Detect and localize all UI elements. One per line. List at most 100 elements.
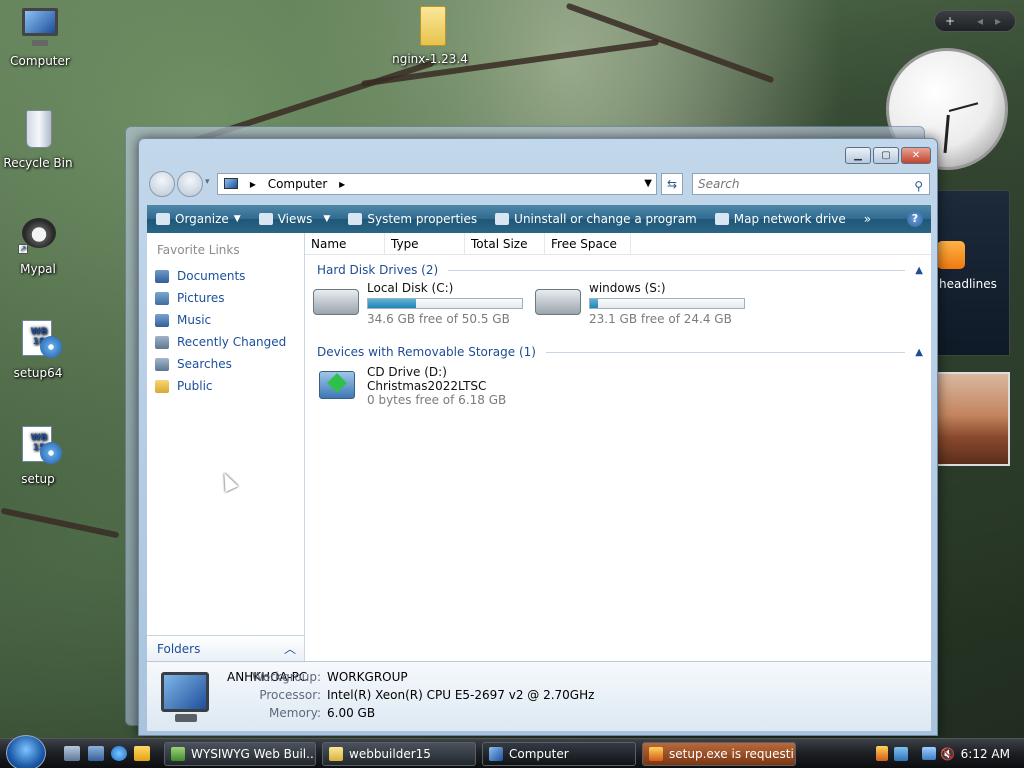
drive-usage-bar [367,298,523,309]
desktop-icon-label: Mypal [20,262,56,276]
headlines-gadget[interactable]: headlines [934,190,1010,356]
raccoon-icon: ↗ [16,214,60,258]
group-label: Devices with Removable Storage (1) [317,345,536,359]
help-icon[interactable]: ? [907,211,923,227]
maximize-button[interactable]: ▢ [873,147,899,164]
back-button[interactable] [149,171,175,197]
nav-link-documents[interactable]: Documents [147,265,304,287]
map-network-drive-label: Map network drive [733,212,846,226]
add-gadget-button[interactable]: + [945,14,955,28]
refresh-button[interactable]: ⇆ [661,173,683,195]
taskbar-item-uac-prompt[interactable]: setup.exe is requesti... [642,742,796,766]
nav-link-public[interactable]: Public [147,375,304,397]
chevron-up-icon: ▲ [915,346,923,358]
minute-hand [943,114,950,153]
taskbar-item-computer[interactable]: Computer [482,742,636,766]
search-input[interactable]: Search ⚲ [692,173,930,195]
searches-icon [155,357,169,371]
network-icon[interactable] [922,747,936,760]
desktop-icon-setup[interactable]: WB 15 setup [0,424,76,486]
nav-link-recently-changed[interactable]: Recently Changed [147,331,304,353]
taskbar-item-webbuilder15[interactable]: webbuilder15 [322,742,476,766]
nav-link-pictures[interactable]: Pictures [147,287,304,309]
sidebar-controls: + ◂ ▸ [934,10,1016,32]
memory-row: Memory: 6.00 GB [239,706,375,720]
task-label: webbuilder15 [349,747,431,761]
drive-free-space: 34.6 GB free of 50.5 GB [367,312,510,326]
processor-label: Processor: [259,688,321,702]
breadcrumb-computer[interactable]: Computer [268,177,328,191]
drive-name: Local Disk (C:) [367,281,454,295]
address-bar[interactable]: ▸ Computer ▸ ▼ [217,173,657,195]
windows-flag-icon[interactable] [894,747,908,761]
taskbar-clock[interactable]: 6:12 AM [961,747,1010,761]
internet-explorer-icon[interactable] [111,746,127,761]
close-button[interactable]: ✕ [901,147,931,164]
next-icon[interactable]: ▸ [995,14,1001,28]
prev-icon[interactable]: ◂ [977,14,983,28]
desktop-icon-nginx[interactable]: nginx-1.23.4 [390,4,470,66]
caption-buttons: ▁ ▢ ✕ [845,147,931,164]
group-header-removable-storage[interactable]: Devices with Removable Storage (1) ▲ [305,341,931,363]
recent-pages-icon[interactable]: ▾ [205,177,210,187]
task-label: WYSIWYG Web Buil... [191,747,316,761]
security-shield-icon[interactable] [876,746,888,761]
nav-link-label: Recently Changed [177,335,287,349]
show-desktop-icon[interactable] [64,746,80,761]
network-drive-icon [714,213,729,225]
desktop-icon-computer[interactable]: Computer [2,6,78,68]
nav-link-music[interactable]: Music [147,309,304,331]
system-properties-button[interactable]: System properties [339,212,486,226]
slideshow-gadget[interactable] [936,372,1010,466]
group-header-hard-disk-drives[interactable]: Hard Disk Drives (2) ▲ [305,259,931,281]
start-button[interactable] [6,735,46,768]
taskbar-item-wysiwyg[interactable]: WYSIWYG Web Buil... [164,742,316,766]
command-bar: Organize ▼ Views ▼ System properties Uni… [147,205,931,233]
minimize-button[interactable]: ▁ [845,147,871,164]
nav-link-searches[interactable]: Searches [147,353,304,375]
switch-windows-icon[interactable] [88,746,104,761]
uninstall-button[interactable]: Uninstall or change a program [486,212,706,226]
more-commands-button[interactable]: » [855,212,880,226]
processor-value: Intel(R) Xeon(R) CPU E5-2697 v2 @ 2.70GH… [327,688,595,702]
media-player-icon[interactable] [134,746,150,761]
volume-muted-icon[interactable]: 🔇 [940,747,955,761]
monitor-stand [175,714,197,722]
organize-button[interactable]: Organize ▼ [147,212,250,226]
folders-toggle[interactable]: Folders ︿ [147,635,305,661]
desktop-icon-setup64[interactable]: WB 18 setup64 [0,318,76,380]
system-properties-label: System properties [367,212,478,226]
column-header-name[interactable]: Name [305,233,385,254]
search-icon[interactable]: ⚲ [914,176,923,196]
desktop-icon-mypal[interactable]: ↗ Mypal [0,214,76,276]
memory-label: Memory: [269,706,321,720]
drive-volume-label: Christmas2022LTSC [367,379,487,393]
drive-usage-fill [368,299,416,308]
column-header-type[interactable]: Type [385,233,465,254]
processor-row: Processor: Intel(R) Xeon(R) CPU E5-2697 … [239,688,594,702]
column-header-total-size[interactable]: Total Size [465,233,545,254]
chevron-down-icon: ▼ [323,214,331,224]
computer-icon [161,672,209,712]
address-dropdown-icon[interactable]: ▼ [644,174,652,194]
desktop-icon-label: setup [21,472,55,486]
map-network-drive-button[interactable]: Map network drive [706,212,855,226]
nav-link-label: Searches [177,357,232,371]
column-headers: Name Type Total Size Free Space [305,233,931,255]
group-label: Hard Disk Drives (2) [317,263,439,277]
windows-drive-icon [313,289,359,315]
column-header-free-space[interactable]: Free Space [545,233,631,254]
breadcrumb-separator[interactable]: ▸ [339,177,345,191]
headlines-label: headlines [939,277,997,291]
nav-link-label: Music [177,313,212,327]
forward-button[interactable] [177,171,203,197]
hard-drive-icon [535,289,581,315]
folders-label: Folders [157,642,201,656]
drive-usage-fill [590,299,598,308]
desktop-icon-recycle-bin[interactable]: Recycle Bin [0,108,76,170]
views-button[interactable]: Views ▼ [250,212,340,226]
group-divider [448,269,906,271]
breadcrumb-separator[interactable]: ▸ [250,177,256,191]
drive-name: windows (S:) [589,281,666,295]
workgroup-label: Workgroup: [251,670,321,684]
